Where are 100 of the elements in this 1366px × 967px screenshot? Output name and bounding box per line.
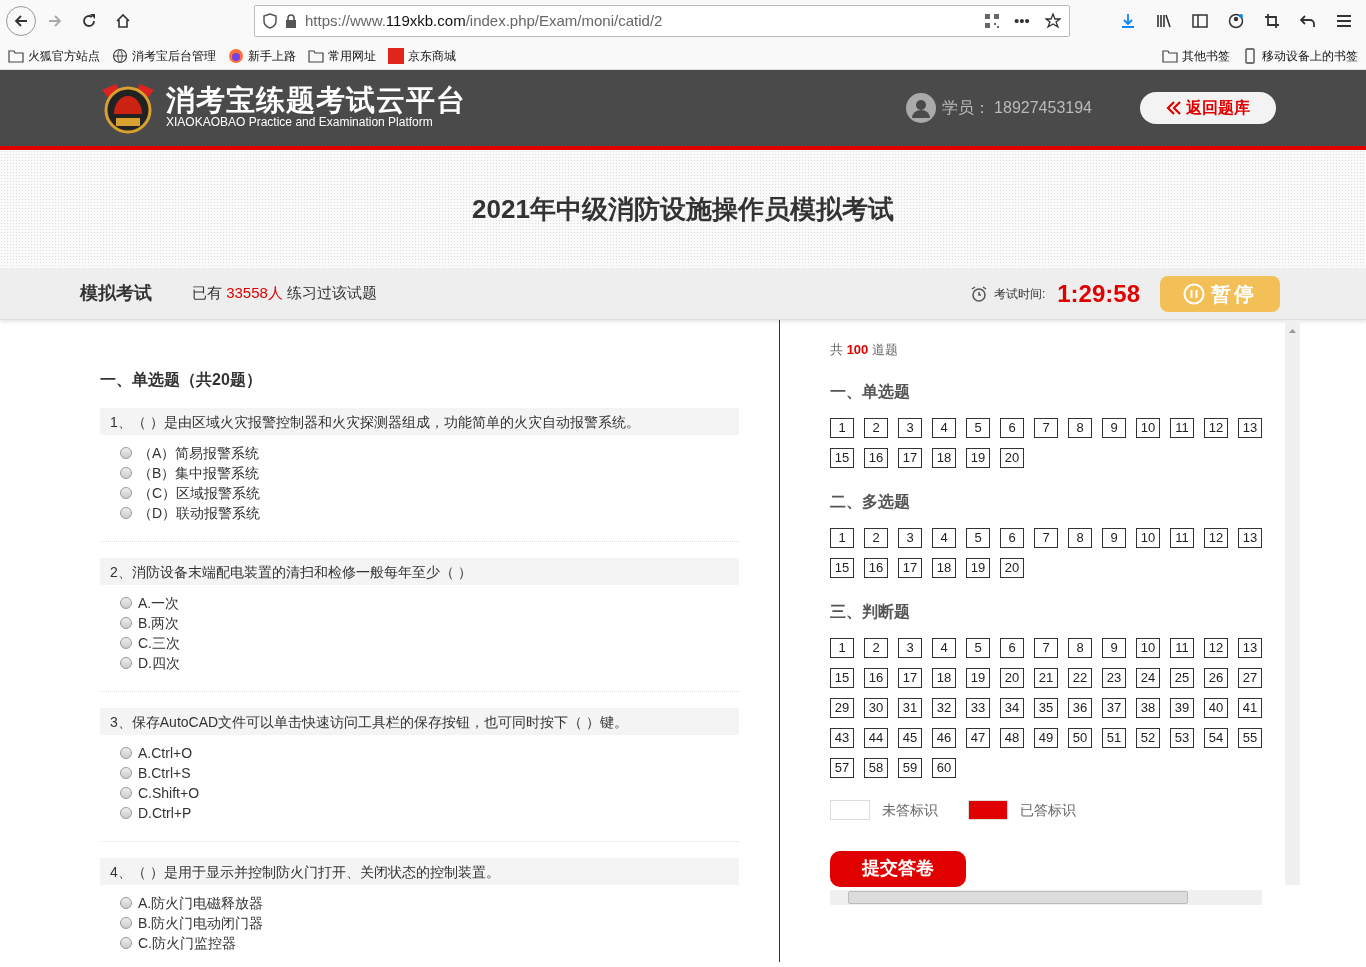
question-number-button[interactable]: 13 <box>1238 527 1262 548</box>
question-number-button[interactable]: 5 <box>966 527 990 548</box>
question-number-button[interactable]: 36 <box>1068 697 1092 718</box>
question-number-button[interactable]: 3 <box>898 637 922 658</box>
option-label[interactable]: （C）区域报警系统 <box>138 482 261 504</box>
question-number-button[interactable]: 12 <box>1204 417 1228 438</box>
option-label[interactable]: B.Ctrl+S <box>138 762 191 784</box>
option-label[interactable]: （B）集中报警系统 <box>138 462 260 484</box>
question-number-button[interactable]: 48 <box>1000 727 1024 748</box>
question-number-button[interactable]: 38 <box>1136 697 1160 718</box>
question-number-button[interactable]: 16 <box>864 447 888 468</box>
submit-button[interactable]: 提交答卷 <box>830 850 966 887</box>
more-menu-button[interactable]: ••• <box>1007 6 1037 36</box>
question-number-button[interactable]: 57 <box>830 757 854 778</box>
radio-button[interactable] <box>120 787 132 799</box>
bookmark-item[interactable]: 京东商城 <box>388 46 456 65</box>
menu-icon[interactable] <box>1336 13 1352 29</box>
question-number-button[interactable]: 24 <box>1136 667 1160 688</box>
question-number-button[interactable]: 19 <box>966 447 990 468</box>
question-number-button[interactable]: 15 <box>830 667 854 688</box>
question-number-button[interactable]: 17 <box>898 557 922 578</box>
question-number-button[interactable]: 7 <box>1034 417 1058 438</box>
question-number-button[interactable]: 13 <box>1238 637 1262 658</box>
option-label[interactable]: B.两次 <box>138 612 180 634</box>
question-number-button[interactable]: 8 <box>1068 637 1092 658</box>
question-number-button[interactable]: 7 <box>1034 527 1058 548</box>
question-number-button[interactable]: 44 <box>864 727 888 748</box>
question-number-button[interactable]: 6 <box>1000 417 1024 438</box>
radio-button[interactable] <box>120 657 132 669</box>
download-icon[interactable] <box>1120 13 1136 29</box>
bookmark-item[interactable]: 消考宝后台管理 <box>112 46 216 65</box>
question-number-button[interactable]: 12 <box>1204 637 1228 658</box>
question-number-button[interactable]: 11 <box>1170 417 1194 438</box>
question-number-button[interactable]: 11 <box>1170 637 1194 658</box>
radio-button[interactable] <box>120 507 132 519</box>
question-number-button[interactable]: 4 <box>932 637 956 658</box>
question-number-button[interactable]: 60 <box>932 757 956 778</box>
question-number-button[interactable]: 27 <box>1238 667 1262 688</box>
question-number-button[interactable]: 18 <box>932 667 956 688</box>
bookmark-item[interactable]: 移动设备上的书签 <box>1242 46 1358 65</box>
question-number-button[interactable]: 47 <box>966 727 990 748</box>
question-number-button[interactable]: 10 <box>1136 527 1160 548</box>
question-number-button[interactable]: 19 <box>966 667 990 688</box>
star-icon[interactable] <box>1045 13 1061 29</box>
question-number-button[interactable]: 25 <box>1170 667 1194 688</box>
question-number-button[interactable]: 26 <box>1204 667 1228 688</box>
question-number-button[interactable]: 17 <box>898 667 922 688</box>
question-number-button[interactable]: 23 <box>1102 667 1126 688</box>
question-number-button[interactable]: 40 <box>1204 697 1228 718</box>
home-icon[interactable] <box>115 13 131 29</box>
bookmark-item[interactable]: 新手上路 <box>228 46 296 65</box>
question-number-button[interactable]: 52 <box>1136 727 1160 748</box>
radio-button[interactable] <box>120 897 132 909</box>
question-number-button[interactable]: 37 <box>1102 697 1126 718</box>
question-number-button[interactable]: 59 <box>898 757 922 778</box>
question-number-button[interactable]: 18 <box>932 447 956 468</box>
question-number-button[interactable]: 8 <box>1068 417 1092 438</box>
question-number-button[interactable]: 9 <box>1102 417 1126 438</box>
question-number-button[interactable]: 20 <box>1000 557 1024 578</box>
horizontal-scrollbar[interactable] <box>830 890 1262 905</box>
crop-icon[interactable] <box>1264 13 1280 29</box>
question-number-button[interactable]: 8 <box>1068 527 1092 548</box>
question-number-button[interactable]: 51 <box>1102 727 1126 748</box>
question-number-button[interactable]: 41 <box>1238 697 1262 718</box>
question-number-button[interactable]: 53 <box>1170 727 1194 748</box>
question-number-button[interactable]: 2 <box>864 417 888 438</box>
question-number-button[interactable]: 45 <box>898 727 922 748</box>
option-label[interactable]: B.防火门电动闭门器 <box>138 912 264 934</box>
radio-button[interactable] <box>120 747 132 759</box>
question-number-button[interactable]: 3 <box>898 527 922 548</box>
radio-button[interactable] <box>120 447 132 459</box>
question-number-button[interactable]: 1 <box>830 417 854 438</box>
option-label[interactable]: A.一次 <box>138 592 180 614</box>
question-number-button[interactable]: 3 <box>898 417 922 438</box>
question-number-button[interactable]: 39 <box>1170 697 1194 718</box>
question-number-button[interactable]: 46 <box>932 727 956 748</box>
radio-button[interactable] <box>120 597 132 609</box>
question-number-button[interactable]: 21 <box>1034 667 1058 688</box>
option-label[interactable]: D.四次 <box>138 652 180 674</box>
question-number-button[interactable]: 31 <box>898 697 922 718</box>
question-number-button[interactable]: 54 <box>1204 727 1228 748</box>
option-label[interactable]: C.Shift+O <box>138 782 200 804</box>
question-number-button[interactable]: 10 <box>1136 417 1160 438</box>
question-number-button[interactable]: 43 <box>830 727 854 748</box>
undo-arrow-icon[interactable] <box>1300 13 1316 29</box>
radio-button[interactable] <box>120 637 132 649</box>
question-number-button[interactable]: 15 <box>830 557 854 578</box>
library-icon[interactable] <box>1156 13 1172 29</box>
radio-button[interactable] <box>120 487 132 499</box>
question-number-button[interactable]: 9 <box>1102 637 1126 658</box>
radio-button[interactable] <box>120 467 132 479</box>
question-number-button[interactable]: 30 <box>864 697 888 718</box>
question-number-button[interactable]: 13 <box>1238 417 1262 438</box>
question-number-button[interactable]: 2 <box>864 527 888 548</box>
question-number-button[interactable]: 16 <box>864 557 888 578</box>
radio-button[interactable] <box>120 807 132 819</box>
question-number-button[interactable]: 16 <box>864 667 888 688</box>
option-label[interactable]: （A）简易报警系统 <box>138 442 260 464</box>
bookmark-item[interactable]: 常用网址 <box>308 46 376 65</box>
question-number-button[interactable]: 18 <box>932 557 956 578</box>
